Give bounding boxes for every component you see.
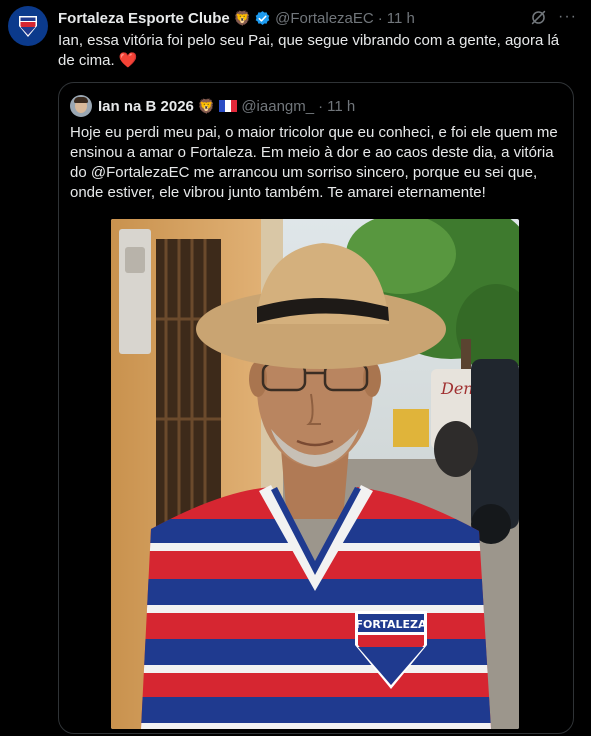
- france-flag-icon: [219, 100, 238, 112]
- separator-dot: ·: [318, 97, 324, 115]
- heart-emoji: ❤️: [118, 52, 138, 69]
- fortaleza-crest-icon: [19, 16, 37, 37]
- quote-author-name[interactable]: Ian na B 2026: [98, 98, 194, 115]
- tweet-time[interactable]: 11 h: [387, 10, 415, 27]
- avatar-hair: [74, 97, 88, 103]
- verified-badge-icon[interactable]: [254, 10, 271, 27]
- tweet-text: Ian, essa vitória foi pelo seu Pai, que …: [58, 31, 578, 71]
- quote-author-handle[interactable]: @iaangm_: [241, 98, 314, 115]
- separator-dot: ·: [377, 9, 383, 27]
- lion-emoji: 🦁: [233, 9, 252, 26]
- quote-photo[interactable]: Deni FORTALEZA: [111, 219, 519, 729]
- quote-time[interactable]: 11 h: [327, 98, 355, 115]
- quote-avatar[interactable]: [70, 95, 92, 117]
- jersey-crest-text: FORTALEZA: [355, 618, 427, 631]
- quote-header: Ian na B 2026 🦁 @iaangm_ · 11 h: [70, 95, 355, 117]
- grok-icon[interactable]: [530, 9, 547, 26]
- tweet-header: Fortaleza Esporte Clube 🦁 @FortalezaEC ·…: [58, 8, 579, 28]
- more-options-icon[interactable]: ···: [558, 8, 577, 26]
- quote-text: Hoje eu perdi meu pai, o maior tricolor …: [70, 124, 558, 201]
- lion-emoji: 🦁: [197, 97, 216, 114]
- author-name[interactable]: Fortaleza Esporte Clube: [58, 10, 230, 27]
- author-handle[interactable]: @FortalezaEC: [275, 10, 374, 27]
- quoted-tweet[interactable]: Ian na B 2026 🦁 @iaangm_ · 11 h Hoje eu …: [58, 82, 574, 734]
- man-with-hat-photo: Deni FORTALEZA: [111, 219, 519, 729]
- tweet[interactable]: Fortaleza Esporte Clube 🦁 @FortalezaEC ·…: [0, 0, 591, 736]
- fortaleza-avatar[interactable]: [8, 6, 48, 46]
